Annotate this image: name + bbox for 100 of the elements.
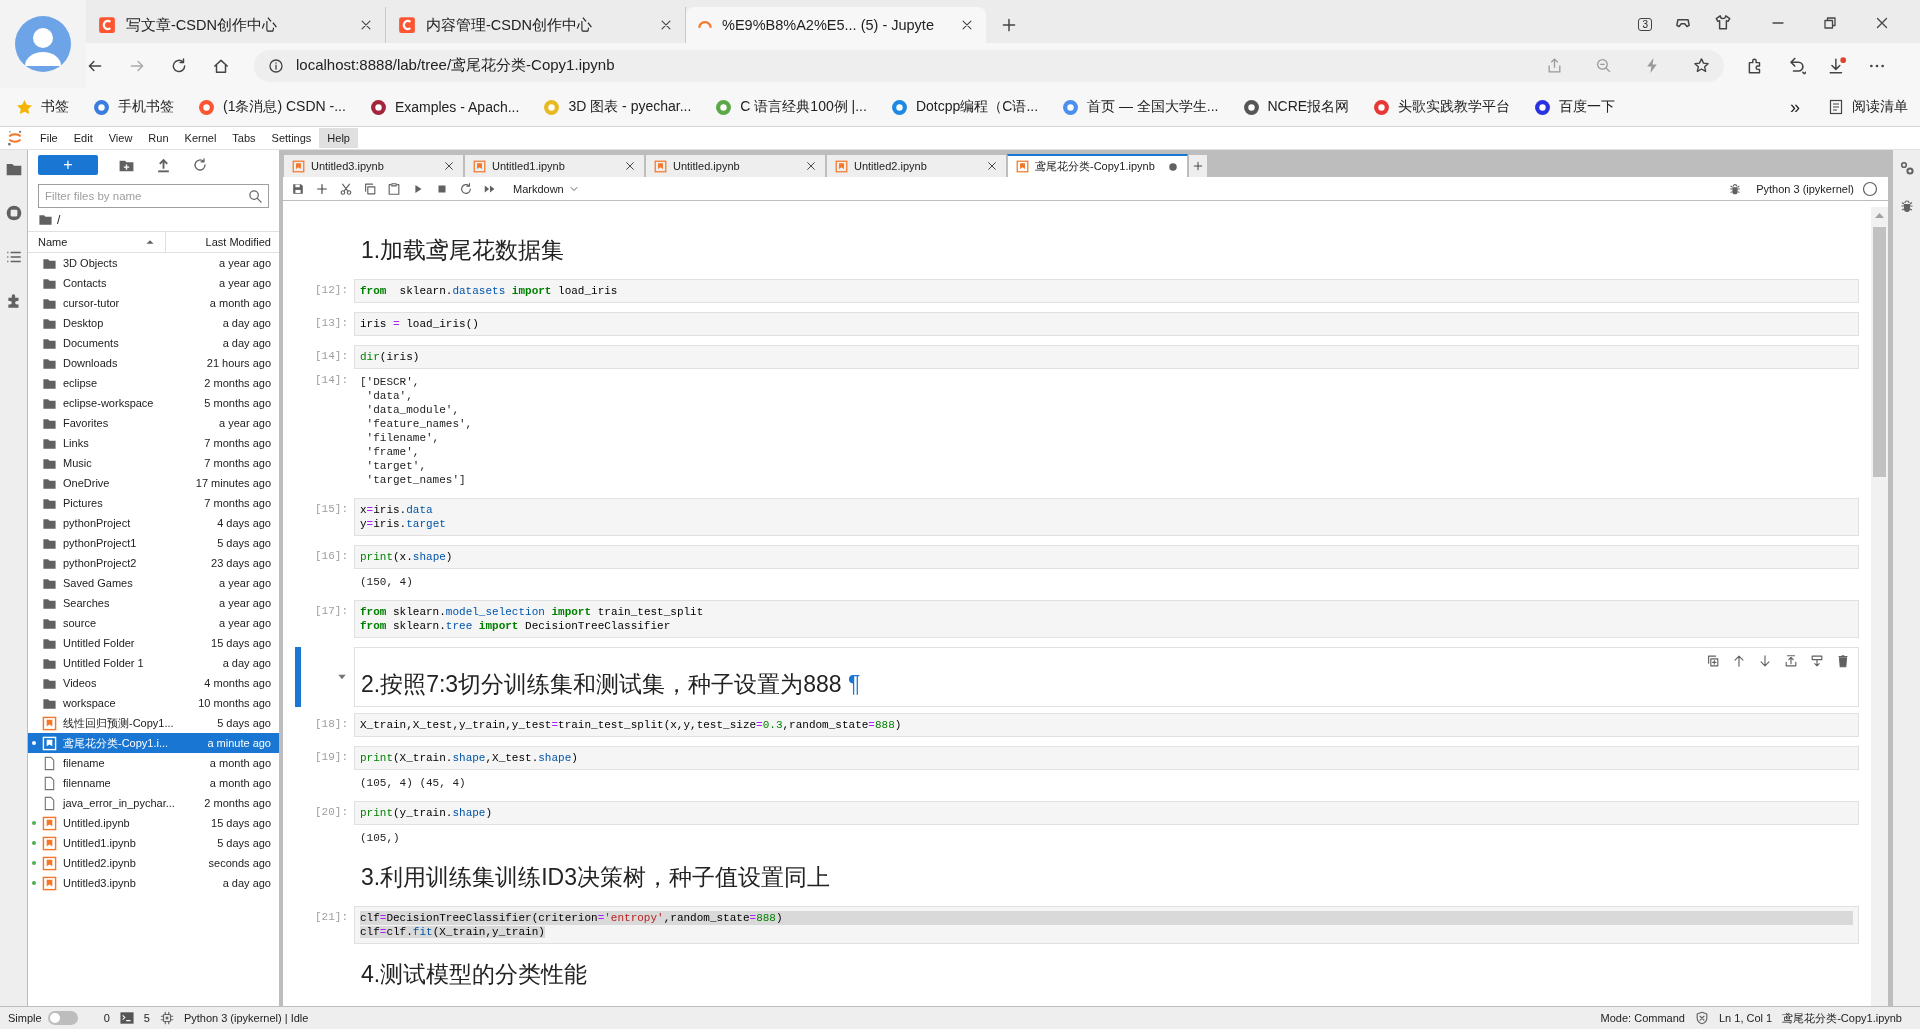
directory-entry[interactable]: Untitled1.ipynb 5 days ago — [28, 833, 279, 853]
directory-entry[interactable]: pythonProject2 23 days ago — [28, 553, 279, 573]
directory-entry[interactable]: Downloads 21 hours ago — [28, 353, 279, 373]
cpu-icon[interactable] — [159, 1011, 174, 1025]
bookmark[interactable]: 书签 — [16, 98, 69, 116]
directory-entry[interactable]: Untitled Folder 15 days ago — [28, 633, 279, 653]
close-icon[interactable] — [659, 18, 673, 32]
directory-entry[interactable]: Untitled.ipynb 15 days ago — [28, 813, 279, 833]
menu-item[interactable]: Tabs — [224, 128, 264, 148]
directory-entry[interactable]: cursor-tutor a month ago — [28, 293, 279, 313]
menu-item[interactable]: Kernel — [176, 128, 225, 148]
browser-tab[interactable]: %E9%B8%A2%E5... (5) - Jupyte — [686, 7, 986, 43]
code-editor[interactable]: print(x.shape) — [354, 545, 1859, 569]
directory-entry[interactable]: pythonProject1 5 days ago — [28, 533, 279, 553]
menu-item[interactable]: Settings — [263, 128, 320, 148]
stop-circle-icon[interactable] — [4, 204, 23, 222]
bookmark[interactable]: 头歌实践教学平台 — [1373, 98, 1511, 116]
menu-item[interactable]: View — [100, 128, 141, 148]
reload-icon[interactable] — [170, 56, 188, 75]
directory-entry[interactable]: filename a month ago — [28, 753, 279, 773]
directory-entry[interactable]: source a year ago — [28, 613, 279, 633]
directory-entry[interactable]: Contacts a year ago — [28, 273, 279, 293]
delete-icon[interactable] — [1836, 654, 1850, 668]
notebook-tab[interactable]: Untitled2.ipynb — [826, 154, 1007, 177]
close-icon[interactable] — [805, 160, 817, 172]
avatar-icon[interactable] — [15, 16, 71, 72]
code-editor[interactable]: from sklearn.datasets import load_iris — [354, 279, 1859, 303]
more-bookmarks-button[interactable]: » — [1790, 96, 1800, 118]
directory-entry[interactable]: Untitled3.ipynb a day ago — [28, 873, 279, 893]
new-launcher-button[interactable]: + — [38, 155, 98, 175]
bookmark[interactable]: NCRE报名网 — [1242, 98, 1350, 116]
restart-icon[interactable] — [459, 181, 473, 196]
jupyter-logo-icon[interactable] — [6, 129, 24, 147]
bookmark[interactable]: 手机书签 — [93, 98, 174, 116]
directory-entry[interactable]: Links 7 months ago — [28, 433, 279, 453]
directory-entry[interactable]: 3D Objects a year ago — [28, 253, 279, 273]
directory-entry[interactable]: eclipse-workspace 5 months ago — [28, 393, 279, 413]
bookmark[interactable]: Dotcpp编程（C语... — [890, 98, 1039, 116]
directory-entry[interactable]: Videos 4 months ago — [28, 673, 279, 693]
bug-icon[interactable] — [1728, 181, 1743, 196]
directory-entry[interactable]: Untitled2.ipynb seconds ago — [28, 853, 279, 873]
directory-entry[interactable]: eclipse 2 months ago — [28, 373, 279, 393]
code-editor[interactable]: from sklearn.model_selection import train_test_split from sklearn.tree import DecisionTreeClassifier — [354, 600, 1859, 638]
code-editor[interactable]: iris = load_iris() — [354, 312, 1859, 336]
code-editor[interactable]: dir(iris) — [354, 345, 1859, 369]
notebook-tab[interactable]: 鸢尾花分类-Copy1.ipynb — [1007, 154, 1188, 177]
refresh-icon[interactable] — [192, 157, 208, 173]
paste-icon[interactable] — [387, 181, 401, 196]
directory-entry[interactable]: filenname a month ago — [28, 773, 279, 793]
menu-item[interactable]: Run — [140, 128, 177, 148]
bookmark[interactable]: (1条消息) CSDN -... — [198, 98, 346, 116]
directory-entry[interactable]: OneDrive 17 minutes ago — [28, 473, 279, 493]
notebook-tab[interactable]: Untitled1.ipynb — [464, 154, 645, 177]
close-icon[interactable] — [443, 160, 455, 172]
kernel-status[interactable]: Python 3 (ipykernel) | Idle — [183, 1012, 309, 1024]
menu-item[interactable]: Edit — [65, 128, 101, 148]
move-down-icon[interactable] — [1758, 654, 1772, 668]
insert-below-icon[interactable] — [1810, 654, 1824, 668]
directory-entry[interactable]: Pictures 7 months ago — [28, 493, 279, 513]
directory-entry[interactable]: Saved Games a year ago — [28, 573, 279, 593]
cut-icon[interactable] — [339, 181, 353, 196]
bookmark[interactable]: 3D 图表 - pyechar... — [543, 98, 692, 116]
directory-entry[interactable]: workspace 10 months ago — [28, 693, 279, 713]
tab-count-button[interactable]: 3 — [1638, 18, 1652, 31]
close-icon[interactable] — [1874, 15, 1890, 31]
directory-entry[interactable]: 线性回归预测-Copy1... 5 days ago — [28, 713, 279, 733]
save-icon[interactable] — [291, 181, 305, 196]
close-icon[interactable] — [986, 160, 998, 172]
directory-entry[interactable]: Desktop a day ago — [28, 313, 279, 333]
path-breadcrumb[interactable]: / — [57, 212, 61, 227]
close-icon[interactable] — [960, 18, 974, 32]
directory-entry[interactable]: pythonProject 4 days ago — [28, 513, 279, 533]
close-icon[interactable] — [624, 160, 636, 172]
duplicate-icon[interactable] — [1706, 654, 1720, 668]
mode-toggle[interactable]: Simple — [8, 1011, 78, 1025]
shirt-icon[interactable] — [1714, 13, 1732, 31]
column-header[interactable]: Name — [28, 232, 166, 252]
new-tab-icon[interactable] — [1000, 16, 1018, 34]
move-up-icon[interactable] — [1732, 654, 1746, 668]
scrollbar[interactable] — [1871, 207, 1888, 1006]
code-editor[interactable]: clf=DecisionTreeClassifier(criterion='entropy',random_state=888) clf=clf.fit(X_train,y_train) — [354, 906, 1859, 944]
terminal-icon[interactable] — [119, 1011, 134, 1025]
code-editor[interactable]: x=iris.data y=iris.target — [354, 498, 1859, 536]
directory-entry[interactable]: 鸢尾花分类-Copy1.i... a minute ago — [28, 733, 279, 753]
bookmark[interactable]: C 语言经典100例 |... — [715, 98, 867, 116]
directory-entry[interactable]: Documents a day ago — [28, 333, 279, 353]
directory-entry[interactable]: Searches a year ago — [28, 593, 279, 613]
reading-list-button[interactable]: 阅读清单 — [1828, 98, 1908, 116]
anchor-link[interactable]: ¶ — [847, 671, 861, 697]
shield-icon[interactable] — [1694, 1011, 1709, 1025]
address-field[interactable]: localhost:8888/lab/tree/鸢尾花分类-Copy1.ipynb — [254, 49, 1724, 82]
folder-icon[interactable] — [38, 212, 53, 227]
menu-item[interactable]: File — [32, 128, 66, 148]
cursor-position[interactable]: Ln 1, Col 1 — [1718, 1012, 1773, 1024]
menu-item[interactable]: Help — [319, 128, 358, 148]
star-icon[interactable] — [1693, 57, 1710, 74]
notebook-tab[interactable]: Untitled3.ipynb — [283, 154, 464, 177]
insert-cell-icon[interactable] — [315, 181, 329, 196]
cell-type-dropdown[interactable]: Markdown — [513, 182, 580, 195]
directory-entry[interactable]: java_error_in_pychar... 2 months ago — [28, 793, 279, 813]
